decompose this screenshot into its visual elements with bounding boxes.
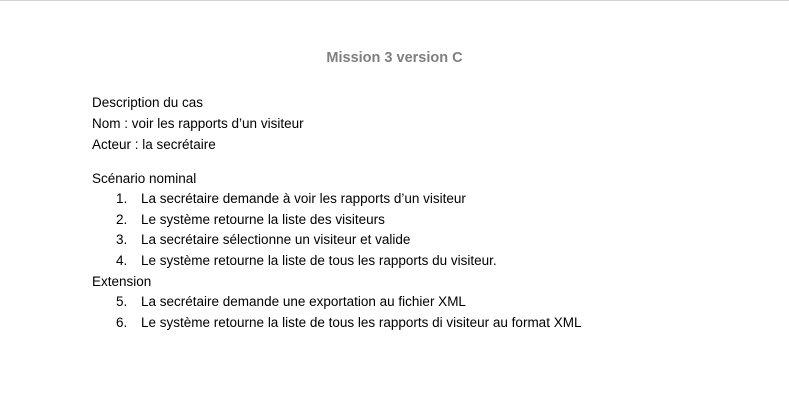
list-item-number: 5.	[116, 294, 128, 309]
list-item-number: 6.	[116, 315, 128, 330]
list-item: 3. La secrétaire sélectionne un visiteur …	[116, 230, 410, 250]
list-item: 6. Le système retourne la liste de tous l…	[116, 313, 581, 333]
list-item-text: La secrétaire sélectionne un visiteur et…	[141, 232, 411, 247]
list-item: 1. La secrétaire demande à voir les rappo…	[116, 189, 466, 209]
list-item-text: La secrétaire demande une exportation au…	[141, 294, 466, 309]
list-item: 5. La secrétaire demande une exportation …	[116, 292, 466, 312]
list-item-number: 2.	[116, 212, 128, 227]
list-item-number: 1.	[116, 191, 128, 206]
list-item: 4. Le système retourne la liste de tous l…	[116, 251, 497, 271]
list-item: 2. Le système retourne la liste des visit…	[116, 210, 385, 230]
description-heading: Description du cas	[92, 95, 204, 110]
use-case-actor: Acteur : la secrétaire	[92, 137, 216, 152]
extension-heading: Extension	[92, 274, 152, 289]
list-item-text: Le système retourne la liste de tous les…	[141, 253, 497, 268]
use-case-name: Nom : voir les rapports d’un visiteur	[92, 116, 304, 131]
list-item-number: 3.	[116, 232, 128, 247]
scenario-heading: Scénario nominal	[92, 171, 197, 186]
document-page: Mission 3 version C Description du cas N…	[0, 0, 789, 411]
list-item-text: Le système retourne la liste de tous les…	[141, 315, 582, 330]
list-item-text: La secrétaire demande à voir les rapport…	[141, 191, 466, 206]
document-title: Mission 3 version C	[326, 50, 463, 66]
list-item-text: Le système retourne la liste des visiteu…	[141, 212, 385, 227]
list-item-number: 4.	[116, 253, 128, 268]
